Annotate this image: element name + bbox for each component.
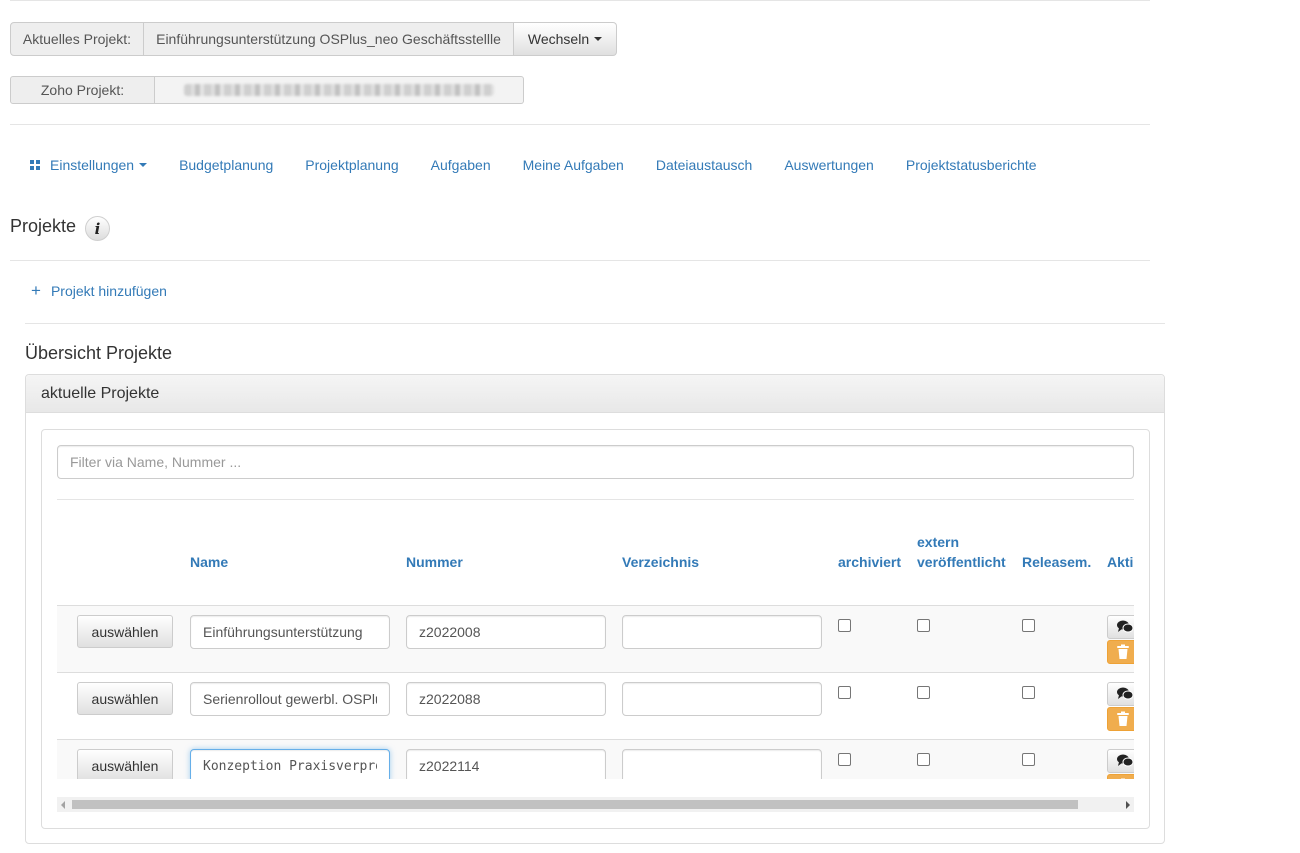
nav-einstellungen[interactable]: Einstellungen [30, 157, 148, 173]
archiviert-checkbox[interactable] [838, 686, 851, 699]
name-input[interactable] [190, 682, 390, 716]
top-divider [10, 0, 1150, 1]
nav-projektplanung[interactable]: Projektplanung [305, 157, 398, 173]
name-input[interactable] [190, 615, 390, 649]
filter-divider [57, 499, 1134, 500]
archiviert-checkbox[interactable] [838, 619, 851, 632]
header-aktionen: Aktionen [1107, 554, 1134, 570]
select-project-button[interactable]: auswählen [77, 615, 173, 648]
panel-title: aktuelle Projekte [26, 375, 1164, 413]
name-input[interactable] [190, 749, 390, 779]
chevron-down-icon [139, 163, 148, 167]
table-row: auswählen [57, 605, 1134, 672]
verzeichnis-input[interactable] [622, 615, 822, 649]
scroll-thumb[interactable] [72, 800, 1078, 809]
trash-icon [1117, 644, 1129, 659]
plus-icon: + [31, 281, 41, 300]
releasem-checkbox[interactable] [1022, 753, 1035, 766]
header-extern[interactable]: extern veröffentlicht [917, 532, 1006, 572]
header-extern-line1: extern [917, 534, 960, 550]
nav-einstellungen-label: Einstellungen [50, 157, 135, 173]
redacted-text [184, 84, 494, 96]
verzeichnis-input[interactable] [622, 682, 822, 716]
nav-dateiaustausch[interactable]: Dateiaustausch [656, 157, 753, 173]
main-nav: Einstellungen Budgetplanung Projektplanu… [30, 150, 1069, 180]
projects-table: Name Nummer Verzeichnis archiviert exter… [57, 515, 1134, 779]
comments-button[interactable] [1107, 749, 1134, 773]
trash-icon [1117, 711, 1129, 726]
releasem-checkbox[interactable] [1022, 686, 1035, 699]
header-releasem[interactable]: Releasem. [1022, 552, 1091, 572]
nummer-input[interactable] [406, 682, 606, 716]
nav-auswertungen[interactable]: Auswertungen [784, 157, 874, 173]
filter-input[interactable] [57, 445, 1134, 479]
scroll-left-icon[interactable] [61, 801, 65, 809]
current-projects-panel: aktuelle Projekte Name Nummer Verzeichni… [25, 374, 1165, 844]
grid-icon [30, 160, 40, 170]
nav-projektstatusberichte[interactable]: Projektstatusberichte [906, 157, 1037, 173]
nav-aufgaben[interactable]: Aufgaben [431, 157, 491, 173]
header-extern-line2: veröffentlicht [917, 554, 1006, 570]
select-project-button[interactable]: auswählen [77, 682, 173, 715]
nummer-input[interactable] [406, 749, 606, 779]
header-verzeichnis[interactable]: Verzeichnis [622, 552, 699, 572]
releasem-checkbox[interactable] [1022, 619, 1035, 632]
comments-icon [1117, 687, 1134, 700]
table-row: auswählen [57, 739, 1134, 779]
header-divider [10, 124, 1150, 125]
add-divider [25, 323, 1165, 324]
header-name[interactable]: Name [190, 552, 228, 572]
nummer-input[interactable] [406, 615, 606, 649]
overview-title: Übersicht Projekte [25, 343, 173, 363]
comments-button[interactable] [1107, 615, 1134, 639]
horizontal-scrollbar[interactable] [57, 797, 1134, 812]
delete-button[interactable] [1107, 774, 1134, 779]
nav-meine-aufgaben[interactable]: Meine Aufgaben [523, 157, 624, 173]
current-project-label: Aktuelles Projekt: [10, 22, 144, 56]
header-archiviert[interactable]: archiviert [838, 552, 901, 572]
current-project-group: Aktuelles Projekt: Einführungsunterstütz… [10, 22, 617, 56]
verzeichnis-input[interactable] [622, 749, 822, 779]
extern-checkbox[interactable] [917, 753, 930, 766]
switch-project-button[interactable]: Wechseln [514, 22, 617, 56]
trash-icon [1121, 778, 1125, 779]
page-title: Projekte [10, 216, 77, 236]
table-row: auswählen [57, 672, 1134, 739]
select-project-button[interactable]: auswählen [77, 749, 173, 779]
nav-budgetplanung[interactable]: Budgetplanung [179, 157, 273, 173]
delete-button[interactable] [1107, 640, 1134, 664]
add-project-label: Projekt hinzufügen [50, 283, 167, 299]
comments-icon [1117, 754, 1134, 767]
header-nummer[interactable]: Nummer [406, 552, 463, 572]
comments-button[interactable] [1107, 682, 1134, 706]
current-project-value: Einführungsunterstützung OSPlus_neo Gesc… [144, 22, 514, 56]
projects-inner-panel: Name Nummer Verzeichnis archiviert exter… [41, 429, 1150, 829]
switch-project-label: Wechseln [527, 31, 590, 47]
zoho-project-label: Zoho Projekt: [10, 76, 155, 104]
scroll-right-icon[interactable] [1126, 801, 1130, 809]
extern-checkbox[interactable] [917, 686, 930, 699]
zoho-project-value-redacted [155, 76, 524, 104]
comments-icon [1117, 620, 1134, 633]
archiviert-checkbox[interactable] [838, 753, 851, 766]
extern-checkbox[interactable] [917, 619, 930, 632]
add-project-link[interactable]: + Projekt hinzufügen [31, 281, 167, 300]
title-divider [10, 260, 1150, 261]
zoho-project-group: Zoho Projekt: [10, 76, 524, 104]
delete-button[interactable] [1107, 707, 1134, 731]
chevron-down-icon [594, 37, 603, 41]
info-icon[interactable]: i [85, 216, 110, 241]
